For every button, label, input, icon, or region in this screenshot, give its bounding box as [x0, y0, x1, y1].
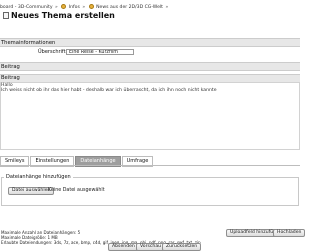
section-header-message: Beitrag: [0, 74, 300, 82]
breadcrumb: board - 3D-Community » Infos » News aus …: [0, 4, 169, 10]
section-header-post: Beitrag: [0, 62, 300, 71]
document-icon: [3, 12, 9, 19]
breadcrumb-separator: »: [55, 5, 58, 10]
tab-divider: [0, 165, 300, 166]
section-header-topic-info: Themainformationen: [0, 38, 300, 47]
upload-button[interactable]: Hochladen: [273, 229, 306, 237]
no-file-text: Keine Datei ausgewählt: [48, 187, 105, 193]
page-title-text: Neues Thema erstellen: [11, 11, 115, 20]
breadcrumb-news[interactable]: News aus der 2D/3D CG-Welt: [96, 5, 163, 10]
folder-icon: [88, 4, 94, 9]
reset-button[interactable]: Zurücksetzen: [162, 243, 202, 251]
breadcrumb-separator: »: [165, 5, 169, 10]
folder-icon: [61, 4, 67, 9]
submit-button[interactable]: Absenden: [108, 243, 139, 251]
breadcrumb-separator: »: [82, 5, 86, 10]
subject-label: Überschrift: [38, 49, 66, 55]
message-line-2: Ich weiss nicht ob ihr das hier habt - d…: [1, 88, 217, 93]
breadcrumb-board[interactable]: board - 3D-Community: [0, 5, 53, 10]
message-textarea[interactable]: Hallo Ich weiss nicht ob ihr das hier ha…: [0, 82, 300, 150]
breadcrumb-infos[interactable]: Infos: [69, 5, 80, 10]
preview-button[interactable]: Vorschau: [136, 243, 166, 251]
page-title: Neues Thema erstellen: [3, 11, 115, 20]
subject-input[interactable]: Eine Reise - Kurzfilm: [66, 48, 134, 55]
attachment-legend: Dateianhänge hinzufügen: [4, 174, 73, 180]
